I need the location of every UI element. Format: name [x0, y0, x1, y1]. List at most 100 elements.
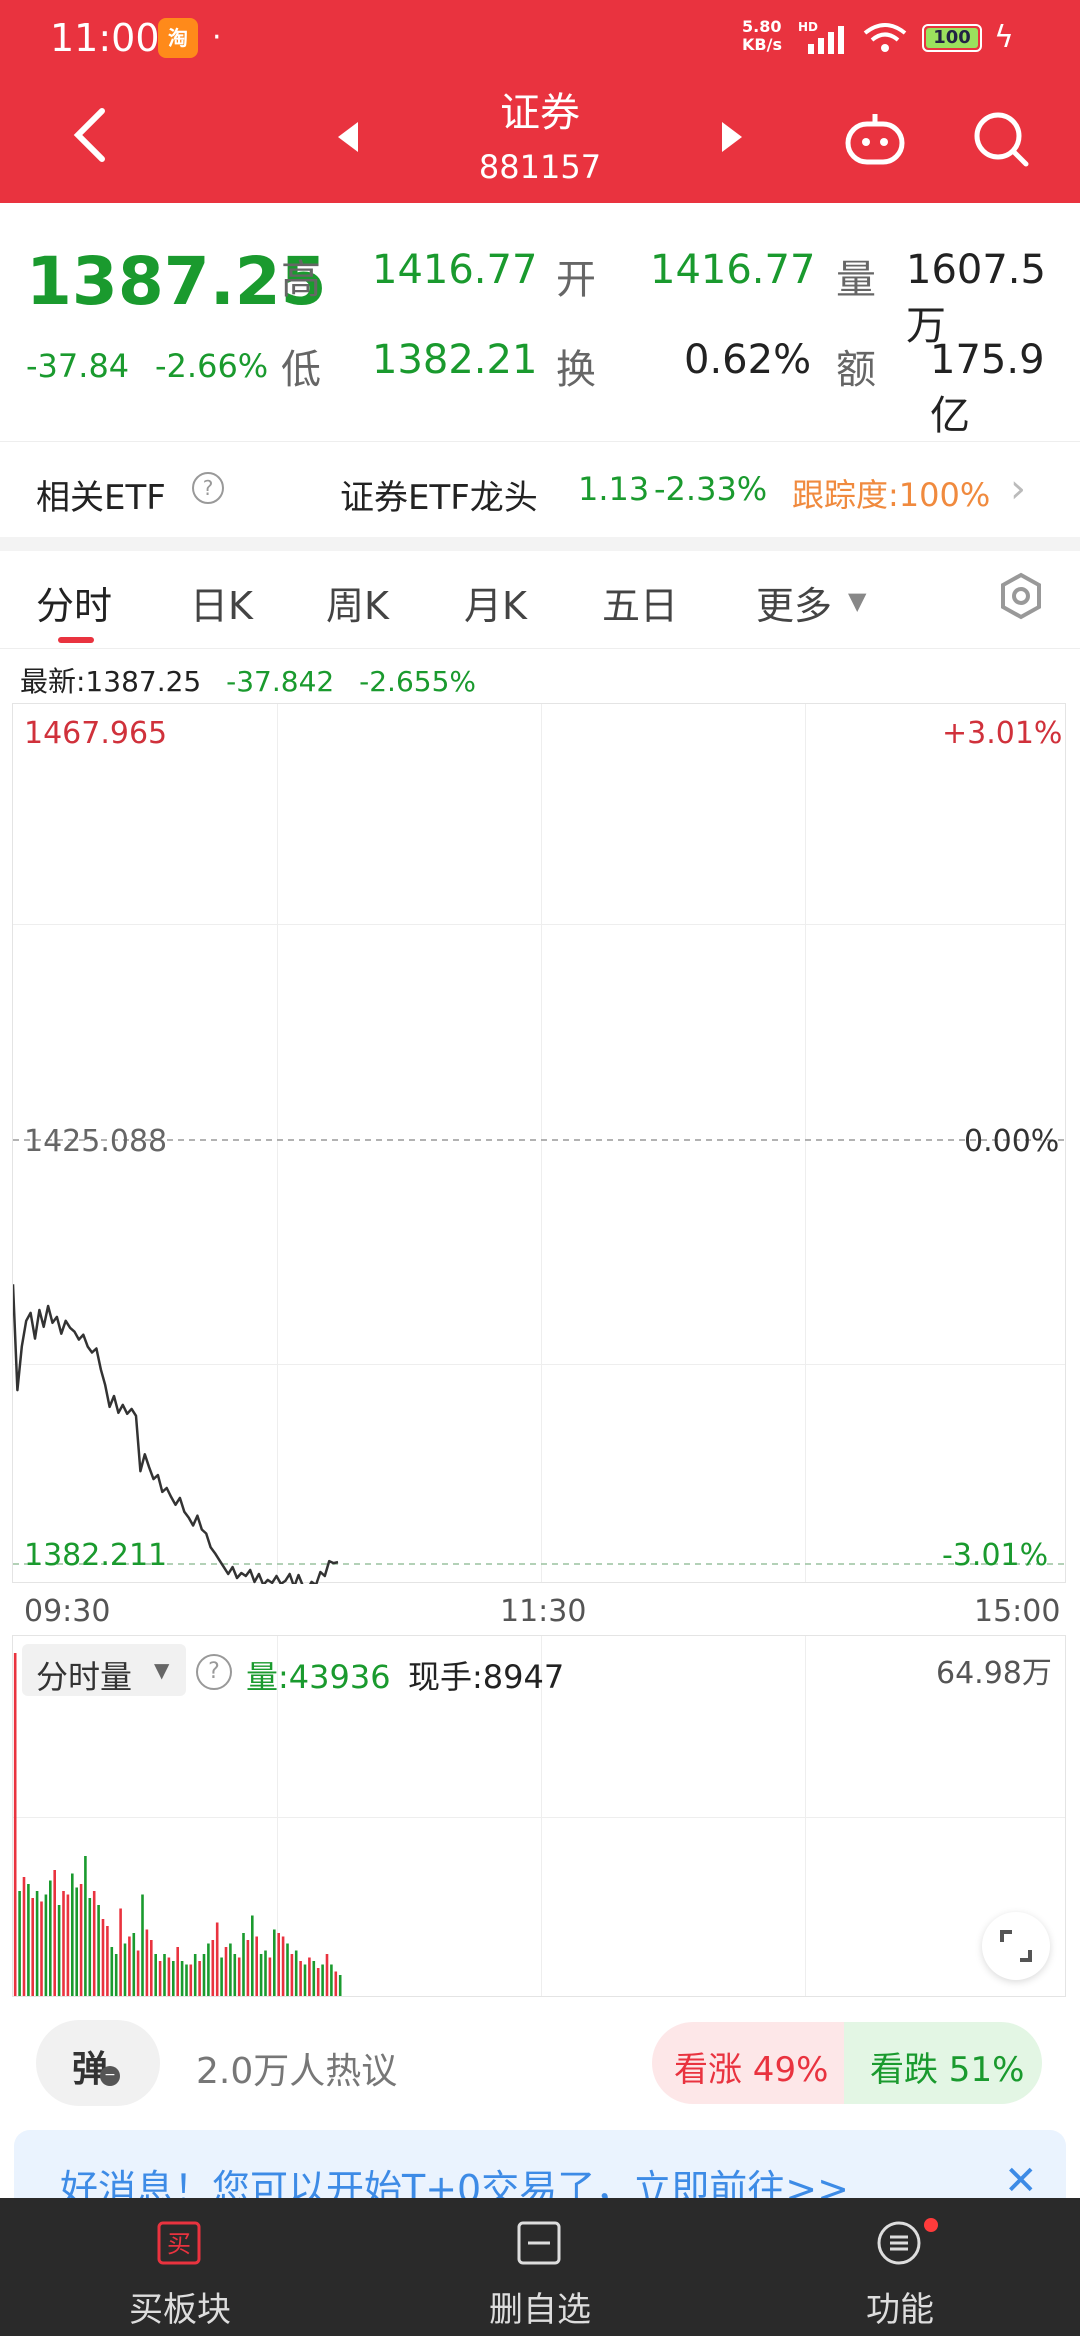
volume-bar — [215, 1922, 219, 1996]
notification-dot — [924, 2218, 938, 2232]
volume-bar — [246, 1940, 250, 1996]
volume-bar — [84, 1856, 87, 1996]
help-icon[interactable]: ? — [196, 1654, 232, 1690]
volume-bar — [277, 1933, 280, 1996]
volume-bar — [268, 1957, 272, 1996]
volume-bar — [330, 1964, 333, 1996]
latest-change: -37.842 — [226, 665, 335, 698]
volume-bar — [110, 1947, 114, 1996]
bearish-button[interactable]: 看跌 51% — [844, 2022, 1042, 2104]
close-icon[interactable]: ✕ — [1004, 2158, 1038, 2200]
high-label: 高 — [281, 257, 321, 303]
banner-text: 好消息！您可以开始T+0交易了，立即前往>> — [60, 2167, 849, 2200]
volume-bar — [163, 1954, 166, 1996]
etf-price: 1.13 — [578, 470, 650, 508]
status-dot: · — [212, 20, 222, 55]
buy-icon: 买 — [157, 2221, 201, 2265]
volume-bar — [180, 1961, 184, 1996]
promo-banner[interactable]: 好消息！您可以开始T+0交易了，立即前往>> ✕ — [14, 2130, 1066, 2200]
search-icon[interactable] — [968, 108, 1034, 168]
tab-intraday[interactable]: 分时 — [36, 575, 112, 630]
discussion-count[interactable]: 2.0万人热议 — [196, 2042, 397, 2094]
volume-bar — [264, 1950, 267, 1996]
volume-bar — [53, 1870, 56, 1996]
danmu-button[interactable]: 弹 − — [36, 2020, 160, 2106]
back-icon[interactable] — [66, 105, 116, 165]
volume-bar — [334, 1971, 338, 1996]
volume-bar — [97, 1905, 100, 1996]
expand-icon[interactable] — [982, 1912, 1050, 1980]
volume-bar — [220, 1957, 223, 1996]
volume-bar — [207, 1943, 210, 1996]
volume-bar — [193, 1954, 197, 1996]
volume-bar — [273, 1929, 276, 1996]
volume-bar — [35, 1891, 39, 1996]
y-mid-label: 1425.088 — [24, 1124, 168, 1159]
volume-bar — [88, 1898, 92, 1996]
tab-daily-k[interactable]: 日K — [190, 575, 253, 630]
etf-name: 证券ETF龙头 — [340, 478, 538, 518]
price-change-pct: -2.66% — [155, 347, 269, 385]
tab-monthly-k[interactable]: 月K — [464, 575, 527, 630]
low-label: 低 — [281, 347, 321, 393]
volume-bar — [316, 1968, 320, 1996]
status-bar: 11:00 淘 · 5.80 KB/s HD 100 ϟ — [0, 16, 1080, 66]
y-top-label: 1467.965 — [24, 716, 168, 751]
price-change: -37.84 — [26, 347, 130, 385]
bullish-button[interactable]: 看涨 49% — [652, 2022, 852, 2104]
remove-watchlist-button[interactable]: 删自选 — [390, 2198, 690, 2336]
price-plot — [13, 1139, 1067, 1584]
y-mid-pct: 0.00% — [964, 1124, 1060, 1159]
volume-bar — [22, 1877, 26, 1996]
amount-value: 175.9亿 — [930, 337, 1045, 439]
robot-icon[interactable] — [842, 108, 908, 168]
low-value: 1382.21 — [372, 337, 538, 383]
volume-label: 量 — [836, 257, 876, 303]
volume-bar — [141, 1894, 144, 1996]
volume-bar — [198, 1961, 201, 1996]
settings-icon[interactable] — [996, 571, 1046, 621]
quote-panel: 1387.25 -37.84 -2.66% 高 1416.77 低 1382.2… — [0, 203, 1080, 441]
volume-bar — [44, 1894, 48, 1996]
volume-bar — [154, 1954, 157, 1996]
volume-type-label: 分时量 — [36, 1658, 133, 1696]
price-chart[interactable] — [12, 703, 1067, 1584]
amount-label: 额 — [836, 347, 876, 393]
volume-bar — [66, 1894, 70, 1996]
next-arrow-icon[interactable] — [718, 120, 746, 154]
latest-pct: -2.655% — [359, 665, 476, 698]
x-tick-end: 15:00 — [974, 1594, 1061, 1629]
volume-type-selector[interactable]: 分时量 ▼ — [22, 1644, 186, 1696]
volume-bar — [31, 1898, 34, 1996]
chevron-down-icon[interactable]: ▼ — [848, 587, 866, 615]
tab-weekly-k[interactable]: 周K — [326, 575, 389, 630]
help-icon[interactable]: ? — [192, 472, 224, 504]
taobao-app-icon: 淘 — [158, 18, 198, 58]
volume-bar — [92, 1891, 96, 1996]
latest-quote: 最新:1387.25 -37.842 -2.655% — [20, 660, 476, 700]
volume-bar — [185, 1964, 188, 1996]
related-etf-row[interactable]: 相关ETF ? 证券ETF龙头 1.13 -2.33% 跟踪度:100% › — [0, 441, 1080, 537]
prev-arrow-icon[interactable] — [334, 120, 362, 154]
chevron-right-icon[interactable]: › — [1010, 466, 1026, 512]
volume-bar — [303, 1964, 307, 1996]
buy-sector-button[interactable]: 买 买板块 — [30, 2198, 330, 2336]
volume-bar — [211, 1940, 215, 1996]
volume-stat: 量:43936 — [246, 1658, 391, 1696]
volume-bar — [119, 1908, 122, 1996]
remove-watchlist-label: 删自选 — [489, 2290, 591, 2330]
current-hand: 现手:8947 — [408, 1658, 565, 1696]
tab-five-day[interactable]: 五日 — [602, 575, 678, 630]
charging-icon: ϟ — [994, 20, 1014, 55]
volume-bar — [259, 1954, 263, 1996]
volume-bar — [13, 1653, 17, 1996]
bullish-label: 看涨 49% — [674, 2050, 829, 2090]
remove-icon — [517, 2221, 561, 2265]
volume-bar — [189, 1964, 193, 1996]
volume-bar — [145, 1929, 149, 1996]
volume-bar — [299, 1961, 302, 1996]
functions-button[interactable]: 功能 — [750, 2198, 1050, 2336]
volume-bar — [251, 1915, 254, 1996]
tab-more[interactable]: 更多 — [756, 575, 832, 630]
volume-bar — [242, 1933, 245, 1996]
